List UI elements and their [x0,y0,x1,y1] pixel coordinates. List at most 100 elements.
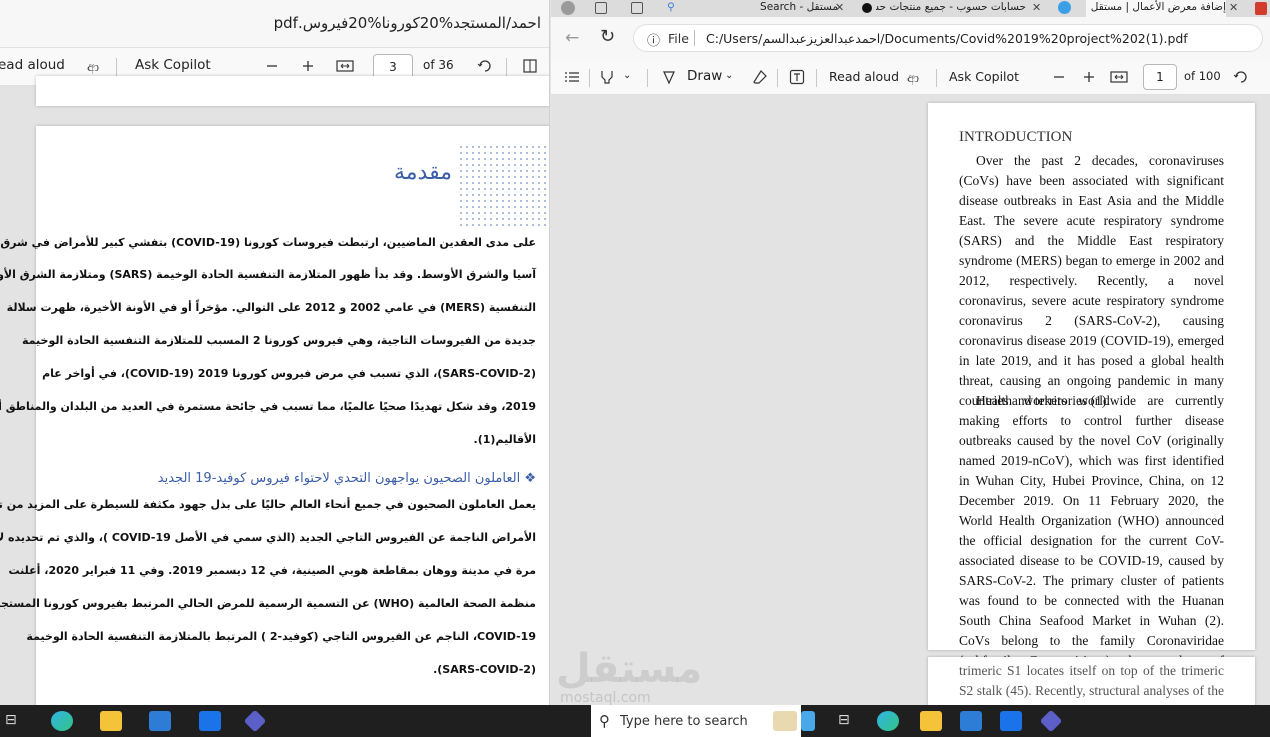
section-subheading: ❖ العاملون الصحيون يواجهون التحدي لاحتوا… [157,471,536,486]
zoom-out-icon[interactable] [1049,67,1069,87]
page-view-icon[interactable] [520,56,540,76]
zoom-out-icon[interactable] [262,56,282,76]
copilot-icon[interactable] [1039,709,1063,733]
divider [589,69,590,87]
decorative-dots [458,144,549,228]
right-document-viewer[interactable]: INTRODUCTION Over the past 2 decades, co… [551,95,1270,705]
arabic-document-page: مقدمة على مدى العقدين الماضيين، ارتبطت ف… [0,126,549,705]
contents-icon[interactable] [562,67,582,87]
workspaces-icon[interactable] [595,2,607,14]
tab-add-portfolio[interactable]: إضافة معرض الأعمال | مستقل [1086,0,1226,17]
address-bar-row: ← ↻ ⓘ File C:/Users/احمدعبدالعزيزعبدالسم… [551,17,1270,59]
divider [647,69,648,87]
widgets-icon[interactable] [801,711,815,731]
left-file-path: احمد/المستجد%20كورونا%20فيروس.pdf [273,14,541,32]
highlight-icon[interactable] [597,67,617,87]
svg-text:ආ: ආ [907,71,919,85]
next-page-text: trimeric S1 locates itself on top of the… [959,663,1224,705]
browser-tab-strip: ✕ مستقل - Search ⚲ ✕ حسابات حسوب - جميع … [551,0,1270,17]
translate-icon[interactable]: ආ [86,56,106,76]
close-icon[interactable]: ✕ [835,1,844,14]
read-aloud-button[interactable]: Read aloud [829,69,899,84]
hsoub-favicon-icon [862,3,872,13]
text-box-icon[interactable] [787,67,807,87]
previous-page [36,76,549,106]
ask-copilot-button[interactable]: Ask Copilot [949,69,1019,84]
file-explorer-icon[interactable] [920,711,942,731]
file-explorer-icon[interactable] [100,711,122,731]
paragraph-line: جديدة من الفيروسات التاجية، وهي فيروس كو… [21,334,536,347]
edge-browser-icon[interactable] [51,711,73,731]
microsoft-store-icon[interactable] [149,711,171,731]
mostaql-favicon-icon [1058,1,1071,14]
page-number-input[interactable]: 1 [1143,64,1177,90]
divider [116,58,117,76]
search-icon: ⚲ [599,712,610,730]
paragraph-line: مرة في مدينة ووهان بمقاطعة هوبي الصينية،… [8,564,536,577]
paragraph-line: الأقاليم(1). [473,433,536,446]
chevron-down-icon[interactable]: ⌄ [725,70,733,81]
page-total: of 36 [423,58,454,72]
next-document-page: trimeric S1 locates itself on top of the… [928,657,1255,705]
tab-search[interactable]: ✕ مستقل - Search ⚲ [663,0,838,17]
zoom-in-icon[interactable] [1079,67,1099,87]
mostaql-watermark: مستقل [556,646,703,692]
chevron-down-icon[interactable]: ⌄ [623,70,631,81]
paragraph-line: آسيا والشرق الأوسط. وقد بدأ ظهور المتلاز… [0,268,536,281]
url-text[interactable]: C:/Users/احمدعبدالعزيزعبدالسم/Documents/… [706,31,1188,46]
paragraph-line: (SARS-COVID-2)، الذي تسبب في مرض فيروس ك… [42,367,536,380]
zoom-in-icon[interactable] [298,56,318,76]
ask-copilot-button[interactable]: Ask Copilot [135,57,211,73]
translate-icon[interactable]: ආ [906,67,926,87]
paragraph-line: التنفسية (MERS) في عامي 2002 و 2012 على … [6,301,536,314]
left-document-viewer[interactable]: مقدمة على مدى العقدين الماضيين، ارتبطت ف… [0,76,549,705]
draw-icon[interactable] [659,67,679,87]
divider [777,69,778,87]
eraser-icon[interactable] [750,67,770,87]
rotate-icon[interactable] [475,56,495,76]
info-icon[interactable]: ⓘ [647,30,660,49]
svg-text:ආ: ආ [87,60,99,74]
windows-taskbar: ⊟ ⚲ Type here to search ⊟ [0,705,1270,737]
back-arrow-icon[interactable]: ← [565,28,579,48]
fit-page-icon[interactable] [1109,67,1129,87]
mail-icon[interactable] [199,711,221,731]
edge-browser-icon[interactable] [877,711,899,731]
rotate-icon[interactable] [1231,67,1251,87]
introduction-heading: INTRODUCTION [959,129,1073,145]
close-icon[interactable]: ✕ [1032,1,1041,14]
paragraph-line: الأمراض الناجمة عن الفيروس التاجي الجديد… [0,531,536,544]
copilot-icon[interactable] [243,709,267,733]
intro-paragraph-1: Over the past 2 decades, coronaviruses (… [959,153,1224,408]
divider [816,69,817,87]
tab-hsoub-accounts[interactable]: حسابات حسوب - جميع منتجات حس [876,0,1026,17]
search-input[interactable]: Type here to search [620,714,748,729]
taskbar-search[interactable]: ⚲ Type here to search [591,705,801,737]
microsoft-store-icon[interactable] [960,711,982,731]
search-icon: ⚲ [667,1,675,13]
read-aloud-button[interactable]: ead aloud [0,57,65,73]
page-heading: مقدمة [393,160,452,185]
task-view-icon[interactable]: ⊟ [5,712,19,732]
file-scheme-label: File [668,31,689,46]
paragraph-line: COVID-19، الناجم عن الفيروس التاجي (كوفي… [26,630,536,643]
paragraph-line: منظمة الصحة العالمية (WHO) عن التسمية ال… [0,597,536,610]
paragraph-line: (SARS-COVID-2). [433,663,536,676]
address-bar[interactable]: ⓘ File C:/Users/احمدعبدالعزيزعبدالسم/Doc… [633,24,1263,52]
tab-actions-icon[interactable] [631,2,643,14]
mail-icon[interactable] [1000,711,1022,731]
draw-button[interactable]: Draw [687,68,722,84]
close-icon[interactable]: ✕ [1229,1,1238,14]
refresh-icon[interactable]: ↻ [600,26,615,47]
paragraph-line: يعمل العاملون الصحيون في جميع أنحاء العا… [0,498,536,511]
intro-paragraph-2: Health workers worldwide are currently m… [959,393,1224,688]
profile-avatar[interactable] [561,1,575,15]
pdf-favicon-icon [1255,2,1267,15]
task-view-icon[interactable]: ⊟ [838,712,852,732]
english-document-page: INTRODUCTION Over the past 2 decades, co… [928,103,1255,688]
left-title-bar: احمد/المستجد%20كورونا%20فيروس.pdf [0,0,549,48]
mostaql-watermark-url: mostaql.com [560,690,651,706]
fit-page-icon[interactable] [335,56,355,76]
widgets-icon[interactable] [773,711,797,731]
left-pdf-window: احمد/المستجد%20كورونا%20فيروس.pdf ead al… [0,0,550,705]
